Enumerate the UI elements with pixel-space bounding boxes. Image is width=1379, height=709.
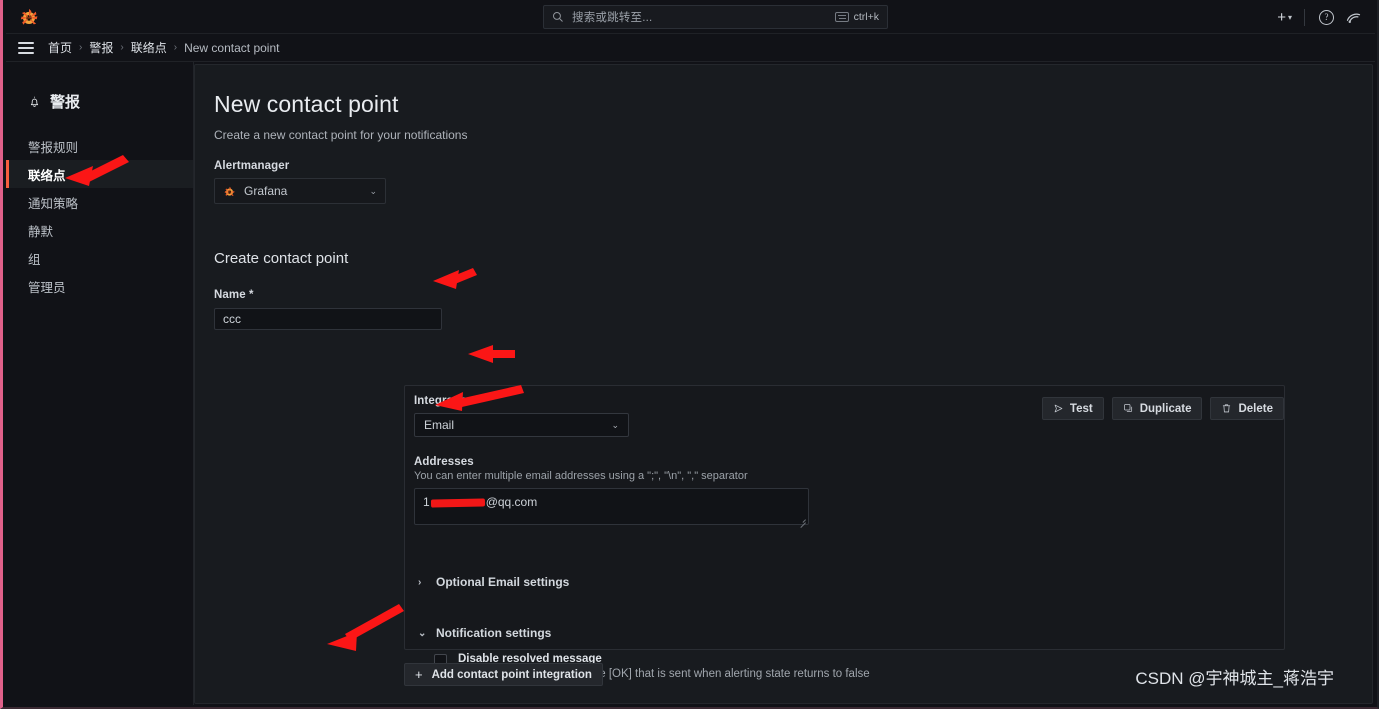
sidebar-item-label: 管理员	[28, 280, 66, 295]
hamburger-menu-icon[interactable]	[18, 41, 34, 54]
breadcrumb-separator: ›	[120, 42, 124, 53]
shortcut-text: ctrl+k	[853, 11, 879, 23]
alertmanager-value: Grafana	[244, 184, 288, 198]
alertmanager-select[interactable]: Grafana ⌄	[214, 178, 386, 204]
breadcrumb-separator: ›	[173, 42, 178, 53]
sidebar-item-contact-points[interactable]: 联络点	[6, 160, 193, 188]
delete-button[interactable]: Delete	[1210, 397, 1284, 420]
breadcrumb-separator: ›	[79, 42, 83, 53]
name-input[interactable]: ccc	[214, 308, 442, 330]
breadcrumb-item-current: New contact point	[184, 40, 280, 55]
name-input-value: ccc	[223, 312, 241, 326]
browser-page-frame: 搜索或跳转至... ctrl+k + ▾ ? 首页 › 警报 › 联络点 › N…	[0, 0, 1379, 709]
sidebar-item-groups[interactable]: 组	[6, 244, 193, 272]
notification-settings-toggle[interactable]: ⌄ Notification settings	[418, 626, 1273, 640]
breadcrumb-item-contact-points[interactable]: 联络点	[131, 39, 167, 56]
addresses-label: Addresses	[414, 456, 474, 468]
search-input[interactable]: 搜索或跳转至... ctrl+k	[543, 5, 888, 29]
test-button[interactable]: Test	[1041, 397, 1104, 420]
add-new-button[interactable]: + ▾	[1273, 0, 1296, 34]
integration-select[interactable]: Email ⌄	[414, 413, 629, 437]
alertmanager-label: Alertmanager	[214, 160, 290, 172]
redaction-mark	[430, 498, 486, 508]
breadcrumb: 首页 › 警报 › 联络点 › New contact point	[48, 39, 279, 56]
search-icon	[553, 12, 563, 22]
help-button[interactable]: ?	[1313, 0, 1340, 34]
help-circle-icon: ?	[1319, 9, 1334, 25]
copy-icon	[1123, 403, 1134, 414]
alertmanager-field: Alertmanager Grafana ⌄	[214, 160, 1372, 204]
watermark: CSDN @宇神城主_蒋浩宇	[1135, 669, 1334, 688]
sidebar-item-alert-rules[interactable]: 警报规则	[6, 132, 193, 160]
addresses-textarea[interactable]: 1 @qq.com	[414, 488, 809, 525]
chevron-down-icon: ⌄	[418, 627, 427, 639]
duplicate-button[interactable]: Duplicate	[1111, 397, 1203, 420]
rss-news-icon	[1346, 13, 1361, 23]
addresses-help-text: You can enter multiple email addresses u…	[414, 470, 748, 482]
sidebar: 警报 警报规则 联络点 通知策略 静默 组 管理员	[6, 62, 194, 705]
send-test-icon	[1053, 403, 1064, 414]
chevron-down-icon: ⌄	[611, 419, 619, 430]
sidebar-nav-list: 警报规则 联络点 通知策略 静默 组 管理员	[6, 132, 193, 300]
top-bar-actions: + ▾ ?	[1273, 0, 1367, 34]
name-field-label: Name *	[214, 289, 254, 301]
chevron-right-icon: ›	[418, 576, 422, 588]
add-integration-label: Add contact point integration	[431, 668, 592, 681]
bell-icon	[30, 96, 39, 107]
trash-icon	[1221, 403, 1232, 414]
breadcrumb-item-home[interactable]: 首页	[48, 39, 72, 56]
chevron-down-icon: ▾	[1287, 12, 1292, 22]
add-contact-point-integration-button[interactable]: + Add contact point integration	[404, 663, 603, 686]
sidebar-item-label: 联络点	[28, 168, 66, 183]
integration-value: Email	[424, 418, 455, 432]
keyboard-icon	[834, 12, 849, 22]
search-shortcut-hint: ctrl+k	[834, 11, 879, 23]
top-bar: 搜索或跳转至... ctrl+k + ▾ ?	[6, 0, 1375, 34]
duplicate-button-label: Duplicate	[1139, 402, 1192, 415]
sidebar-item-label: 通知策略	[28, 196, 79, 211]
textarea-resize-handle[interactable]	[799, 516, 806, 523]
breadcrumb-bar: 首页 › 警报 › 联络点 › New contact point	[6, 34, 1375, 62]
sidebar-title-label: 警报	[50, 94, 81, 111]
sidebar-item-label: 静默	[28, 224, 54, 239]
addresses-value-prefix: 1	[423, 495, 430, 509]
name-field-group: Name * ccc	[214, 289, 1372, 330]
grafana-logo-icon[interactable]	[18, 6, 40, 28]
sidebar-item-notification-policies[interactable]: 通知策略	[6, 188, 193, 216]
sidebar-section-title: 警报	[28, 91, 193, 112]
optional-email-settings-label: Optional Email settings	[436, 575, 570, 589]
addresses-field-group: Addresses You can enter multiple email a…	[414, 456, 1273, 525]
page-subtitle: Create a new contact point for your noti…	[214, 128, 468, 142]
notification-settings-label: Notification settings	[436, 626, 552, 640]
divider	[1304, 8, 1305, 26]
optional-email-settings-toggle[interactable]: › Optional Email settings	[418, 575, 1273, 589]
sidebar-item-label: 组	[28, 252, 41, 267]
addresses-value-suffix: @qq.com	[485, 495, 538, 509]
breadcrumb-item-alerting[interactable]: 警报	[89, 39, 113, 56]
sidebar-item-silences[interactable]: 静默	[6, 216, 193, 244]
page-title: New contact point	[214, 91, 399, 117]
plus-icon: +	[1277, 8, 1286, 26]
main-content: New contact point Create a new contact p…	[194, 64, 1373, 704]
section-heading: Create contact point	[214, 250, 349, 267]
test-button-label: Test	[1069, 402, 1093, 415]
integration-action-buttons: Test Duplicate Delete	[1041, 397, 1284, 420]
chevron-down-icon: ⌄	[369, 185, 377, 196]
search-placeholder: 搜索或跳转至...	[572, 12, 653, 24]
integration-card: Integration Email ⌄ Test Duplicate Delet…	[404, 385, 1285, 680]
delete-button-label: Delete	[1238, 402, 1273, 415]
plus-icon: +	[415, 667, 423, 682]
sidebar-item-admin[interactable]: 管理员	[6, 272, 193, 300]
news-button[interactable]	[1340, 0, 1367, 34]
grafana-logo-icon	[224, 186, 235, 196]
sidebar-item-label: 警报规则	[28, 140, 79, 155]
